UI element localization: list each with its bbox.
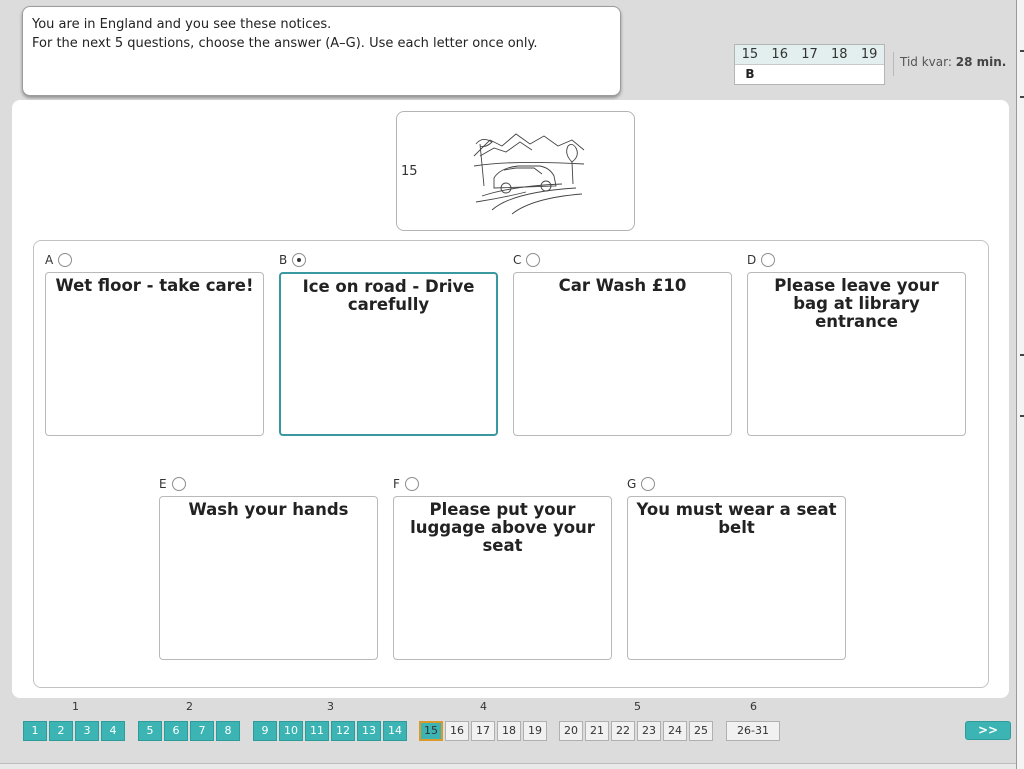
group-label-3: 3 bbox=[327, 700, 334, 713]
page-button-6[interactable]: 6 bbox=[164, 721, 188, 741]
page-button-17[interactable]: 17 bbox=[471, 721, 495, 741]
option-e-radio[interactable] bbox=[171, 477, 186, 491]
answer-summary: 15 16 17 18 19 B bbox=[734, 44, 885, 85]
summary-question-15[interactable]: 15 bbox=[735, 45, 765, 64]
option-letter: C bbox=[513, 253, 522, 267]
page-button-22[interactable]: 22 bbox=[611, 721, 635, 741]
option-f[interactable]: F Please put your luggage above your sea… bbox=[393, 475, 612, 660]
nav-group-4: 15 16 17 18 19 bbox=[419, 721, 549, 741]
group-label-4: 4 bbox=[480, 700, 487, 713]
page-button-21[interactable]: 21 bbox=[585, 721, 609, 741]
option-letter: G bbox=[627, 477, 637, 491]
section-groups: 1 2 3 4 5 6 bbox=[0, 700, 1016, 714]
option-f-card[interactable]: Please put your luggage above your seat bbox=[393, 496, 612, 660]
question-panel: 15 A Wet floor - take care! B Ice on roa… bbox=[12, 100, 1009, 698]
option-g-card[interactable]: You must wear a seat belt bbox=[627, 496, 846, 660]
summary-question-19[interactable]: 19 bbox=[854, 45, 884, 64]
background-window-edge bbox=[0, 763, 1016, 769]
page-button-18[interactable]: 18 bbox=[497, 721, 521, 741]
option-f-radio[interactable] bbox=[404, 477, 419, 491]
option-d-radio[interactable] bbox=[761, 253, 776, 267]
time-remaining: Tid kvar: 28 min. bbox=[900, 55, 1006, 69]
option-letter: F bbox=[393, 477, 400, 491]
page-button-16[interactable]: 16 bbox=[445, 721, 469, 741]
option-c-card[interactable]: Car Wash £10 bbox=[513, 272, 732, 436]
page-button-7[interactable]: 7 bbox=[190, 721, 214, 741]
page-button-5[interactable]: 5 bbox=[138, 721, 162, 741]
option-b[interactable]: B Ice on road - Drive carefully bbox=[279, 251, 498, 436]
page-button-12[interactable]: 12 bbox=[331, 721, 355, 741]
page-button-10[interactable]: 10 bbox=[279, 721, 303, 741]
option-letter: A bbox=[45, 253, 54, 267]
page-button-19[interactable]: 19 bbox=[523, 721, 547, 741]
nav-group-5: 20 21 22 23 24 25 bbox=[559, 721, 715, 741]
option-b-card[interactable]: Ice on road - Drive carefully bbox=[279, 272, 498, 436]
question-card: 15 bbox=[396, 111, 635, 231]
summary-question-16[interactable]: 16 bbox=[765, 45, 795, 64]
next-button[interactable]: >> bbox=[965, 721, 1011, 740]
option-letter: D bbox=[747, 253, 757, 267]
page-button-13[interactable]: 13 bbox=[357, 721, 381, 741]
time-remaining-label: Tid kvar: bbox=[900, 55, 952, 69]
page-button-8[interactable]: 8 bbox=[216, 721, 240, 741]
nav-group-1: 1 2 3 4 bbox=[23, 721, 127, 741]
page-button-20[interactable]: 20 bbox=[559, 721, 583, 741]
summary-answer-16 bbox=[765, 65, 795, 85]
page-button-2[interactable]: 2 bbox=[49, 721, 73, 741]
nav-group-3: 9 10 11 12 13 14 bbox=[253, 721, 409, 741]
group-label-1: 1 bbox=[72, 700, 79, 713]
instructions-line-2: For the next 5 questions, choose the ans… bbox=[32, 36, 538, 51]
answer-options: A Wet floor - take care! B Ice on road -… bbox=[33, 240, 989, 688]
page-button-4[interactable]: 4 bbox=[101, 721, 125, 741]
group-label-5: 5 bbox=[634, 700, 641, 713]
instructions-line-1: You are in England and you see these not… bbox=[32, 17, 332, 32]
summary-question-18[interactable]: 18 bbox=[824, 45, 854, 64]
summary-answer-17 bbox=[795, 65, 825, 85]
summary-answer-15: B bbox=[745, 67, 755, 81]
option-a-radio[interactable] bbox=[58, 253, 73, 267]
nav-group-6: 26-31 bbox=[726, 721, 782, 741]
page-button-1[interactable]: 1 bbox=[23, 721, 47, 741]
divider bbox=[893, 52, 894, 76]
icy-road-picture bbox=[473, 133, 585, 215]
question-number: 15 bbox=[401, 164, 418, 179]
time-remaining-value: 28 min. bbox=[955, 55, 1007, 69]
page-button-11[interactable]: 11 bbox=[305, 721, 329, 741]
background-window-edge bbox=[1016, 0, 1024, 769]
option-c[interactable]: C Car Wash £10 bbox=[513, 251, 732, 436]
option-e[interactable]: E Wash your hands bbox=[159, 475, 378, 660]
option-g-radio[interactable] bbox=[641, 477, 656, 491]
option-c-radio[interactable] bbox=[526, 253, 541, 267]
option-g[interactable]: G You must wear a seat belt bbox=[627, 475, 846, 660]
option-d-card[interactable]: Please leave your bag at library entranc… bbox=[747, 272, 966, 436]
page-button-25[interactable]: 25 bbox=[689, 721, 713, 741]
page-button-26-31[interactable]: 26-31 bbox=[726, 721, 780, 741]
nav-group-2: 5 6 7 8 bbox=[138, 721, 242, 741]
group-label-2: 2 bbox=[186, 700, 193, 713]
group-label-6: 6 bbox=[750, 700, 757, 713]
instructions-box: You are in England and you see these not… bbox=[22, 6, 621, 96]
summary-answer-19 bbox=[854, 65, 884, 85]
page-button-14[interactable]: 14 bbox=[383, 721, 407, 741]
page-button-3[interactable]: 3 bbox=[75, 721, 99, 741]
option-letter: B bbox=[279, 253, 288, 267]
page-button-9[interactable]: 9 bbox=[253, 721, 277, 741]
option-letter: E bbox=[159, 477, 167, 491]
option-a[interactable]: A Wet floor - take care! bbox=[45, 251, 264, 436]
page-button-23[interactable]: 23 bbox=[637, 721, 661, 741]
summary-question-17[interactable]: 17 bbox=[795, 45, 825, 64]
summary-answer-18 bbox=[824, 65, 854, 85]
option-a-card[interactable]: Wet floor - take care! bbox=[45, 272, 264, 436]
option-b-radio[interactable] bbox=[292, 253, 307, 267]
option-d[interactable]: D Please leave your bag at library entra… bbox=[747, 251, 966, 436]
page-button-15[interactable]: 15 bbox=[419, 721, 443, 741]
option-e-card[interactable]: Wash your hands bbox=[159, 496, 378, 660]
page-button-24[interactable]: 24 bbox=[663, 721, 687, 741]
